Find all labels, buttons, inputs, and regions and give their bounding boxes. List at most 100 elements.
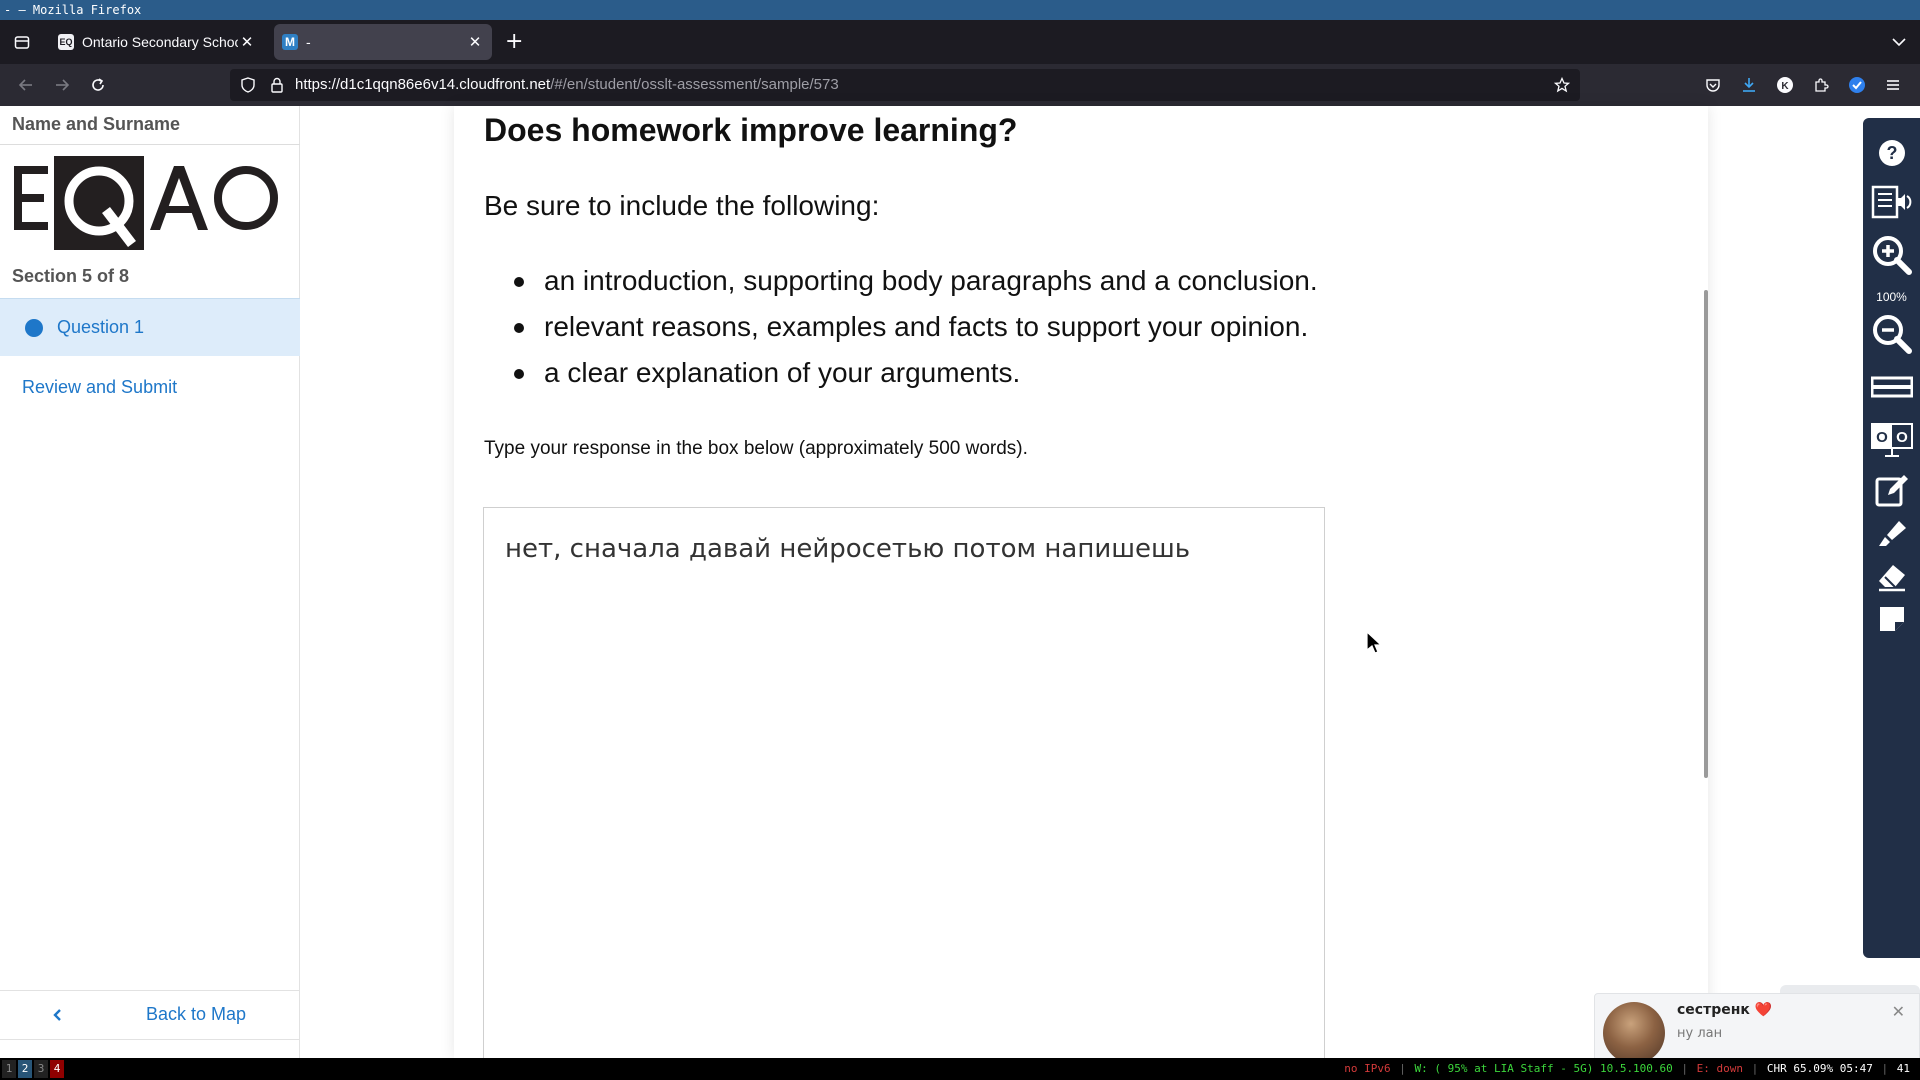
instructions-intro: Be sure to include the following: bbox=[484, 190, 880, 221]
puzzle-icon bbox=[1815, 78, 1829, 92]
shield-icon[interactable] bbox=[240, 77, 256, 93]
notification-message: ну лан bbox=[1677, 1026, 1723, 1041]
reload-button[interactable] bbox=[86, 73, 110, 97]
question-heading: Does homework improve learning? bbox=[484, 112, 1018, 148]
back-to-map-button[interactable]: Back to Map bbox=[0, 990, 300, 1040]
current-question-dot-icon bbox=[25, 318, 43, 337]
eqao-favicon-icon: EQ bbox=[58, 34, 74, 50]
firefox-view-icon bbox=[14, 36, 30, 49]
list-item: relevant reasons, examples and facts to … bbox=[514, 304, 1318, 350]
review-and-submit-link[interactable]: Review and Submit bbox=[22, 377, 177, 398]
tab-ontario[interactable]: EQ Ontario Secondary School ✕ bbox=[50, 24, 264, 60]
response-text: нет, сначала давай нейросетью потом напи… bbox=[505, 534, 1191, 564]
question-content: Does homework improve learning? Be sure … bbox=[454, 106, 1708, 1067]
arrow-left-icon bbox=[18, 79, 32, 91]
bookmark-star-icon[interactable] bbox=[1554, 77, 1570, 93]
lock-icon[interactable] bbox=[270, 77, 284, 93]
back-button[interactable] bbox=[14, 73, 38, 97]
help-icon: ? bbox=[1878, 140, 1905, 166]
extension-icon bbox=[1849, 77, 1865, 93]
notification-close-icon[interactable]: ✕ bbox=[1892, 1002, 1905, 1021]
downloads-button[interactable] bbox=[1737, 73, 1761, 97]
arrow-right-icon bbox=[56, 79, 70, 91]
wifi-status: W: ( 95% at LIA Staff - 5G) 10.5.100.60 bbox=[1414, 1062, 1673, 1075]
zoom-level: 100% bbox=[1876, 290, 1907, 304]
eraser-icon bbox=[1878, 565, 1905, 592]
workspace-1[interactable]: 1 bbox=[2, 1060, 16, 1078]
sticky-note-icon bbox=[1879, 607, 1904, 631]
pocket-button[interactable] bbox=[1701, 73, 1725, 97]
sticky-note-button[interactable] bbox=[1863, 597, 1920, 641]
back-to-map-label: Back to Map bbox=[146, 1004, 247, 1024]
reverse-contrast-button[interactable]: O O bbox=[1863, 418, 1920, 462]
mouse-cursor-icon bbox=[1366, 631, 1382, 654]
battery-status: CHR 65.09% 05:47 bbox=[1766, 1062, 1873, 1075]
tab-bar: EQ Ontario Secondary School ✕ M - ✕ + bbox=[0, 20, 1920, 64]
hamburger-menu-icon bbox=[1887, 80, 1899, 90]
status-line: no IPv6 | W: ( 95% at LIA Staff - 5G) 10… bbox=[1344, 1062, 1910, 1075]
notepad-button[interactable] bbox=[1863, 468, 1920, 512]
response-instruction: Type your response in the box below (app… bbox=[484, 438, 1028, 459]
extra-status: 41 bbox=[1896, 1062, 1910, 1075]
eraser-button[interactable] bbox=[1863, 555, 1920, 599]
text-to-speech-icon bbox=[1871, 185, 1911, 219]
reload-icon bbox=[92, 78, 104, 91]
app-menu-button[interactable] bbox=[1881, 73, 1905, 97]
url-path: /#/en/student/osslt-assessment/sample/57… bbox=[550, 76, 839, 93]
download-icon bbox=[1743, 78, 1755, 92]
zoom-out-button[interactable] bbox=[1863, 312, 1920, 356]
left-navigation-panel: Name and Surname Section 5 of 8 Question… bbox=[0, 106, 300, 1058]
m-favicon-icon: M bbox=[282, 34, 298, 50]
url-bar[interactable]: https://d1c1qqn86e6v14.cloudfront.net/#/… bbox=[230, 69, 1580, 101]
firefox-view-button[interactable] bbox=[10, 30, 34, 54]
tab-active[interactable]: M - ✕ bbox=[274, 24, 492, 60]
tools-sidebar: ? 100% O O bbox=[1863, 118, 1920, 958]
requirements-list: an introduction, supporting body paragra… bbox=[514, 258, 1318, 396]
system-status-bar: 1 2 3 4 no IPv6 | W: ( 95% at LIA Staff … bbox=[0, 1058, 1920, 1080]
tab-close-icon[interactable]: ✕ bbox=[238, 33, 256, 51]
svg-text:?: ? bbox=[1886, 143, 1897, 163]
forward-button[interactable] bbox=[50, 73, 74, 97]
svg-text:O: O bbox=[1876, 429, 1888, 446]
line-reader-icon bbox=[1870, 376, 1913, 398]
text-to-speech-button[interactable] bbox=[1863, 180, 1920, 224]
student-name-label: Name and Surname bbox=[12, 114, 181, 134]
reverse-contrast-icon: O O bbox=[1870, 423, 1913, 457]
navigation-bar: https://d1c1qqn86e6v14.cloudfront.net/#/… bbox=[0, 64, 1920, 106]
highlighter-button[interactable] bbox=[1863, 512, 1920, 556]
question-label: Question 1 bbox=[57, 317, 145, 337]
chat-notification[interactable]: сестренк ❤️ ну лан ✕ bbox=[1594, 993, 1920, 1066]
new-tab-button[interactable]: + bbox=[505, 30, 523, 54]
account-button[interactable]: K bbox=[1773, 73, 1797, 97]
url-text[interactable]: https://d1c1qqn86e6v14.cloudfront.net/#/… bbox=[295, 69, 839, 101]
zoom-in-icon bbox=[1872, 236, 1912, 275]
list-all-tabs-button[interactable] bbox=[1892, 32, 1906, 51]
zoom-out-icon bbox=[1872, 315, 1912, 354]
workspace-3[interactable]: 3 bbox=[34, 1060, 48, 1078]
tab-close-icon[interactable]: ✕ bbox=[466, 33, 484, 51]
chevron-left-icon bbox=[53, 1009, 61, 1021]
sidebar-item-question-1[interactable]: Question 1 bbox=[0, 298, 300, 356]
svg-text:K: K bbox=[1781, 81, 1789, 92]
ipv6-status: no IPv6 bbox=[1344, 1062, 1391, 1075]
scrollbar[interactable] bbox=[1704, 290, 1708, 778]
list-item: an introduction, supporting body paragra… bbox=[514, 258, 1318, 304]
pocket-icon bbox=[1706, 79, 1720, 92]
zoom-in-button[interactable] bbox=[1863, 233, 1920, 277]
workspace-2[interactable]: 2 bbox=[18, 1060, 32, 1078]
response-textarea[interactable]: нет, сначала давай нейросетью потом напи… bbox=[483, 507, 1325, 1067]
account-k-icon: K bbox=[1777, 77, 1793, 93]
tab-label: Ontario Secondary School bbox=[82, 34, 238, 50]
extension-bitwarden-button[interactable] bbox=[1845, 73, 1869, 97]
tab-label: - bbox=[306, 34, 311, 50]
avatar bbox=[1603, 1002, 1665, 1064]
divider bbox=[0, 144, 300, 145]
workspace-4[interactable]: 4 bbox=[50, 1060, 64, 1078]
notepad-icon bbox=[1875, 475, 1908, 507]
line-reader-button[interactable] bbox=[1863, 365, 1920, 409]
extensions-button[interactable] bbox=[1809, 73, 1833, 97]
eqao-logo bbox=[14, 156, 278, 250]
section-indicator: Section 5 of 8 bbox=[12, 266, 130, 286]
help-button[interactable]: ? bbox=[1863, 131, 1920, 175]
notification-title: сестренк ❤️ bbox=[1677, 1002, 1773, 1018]
